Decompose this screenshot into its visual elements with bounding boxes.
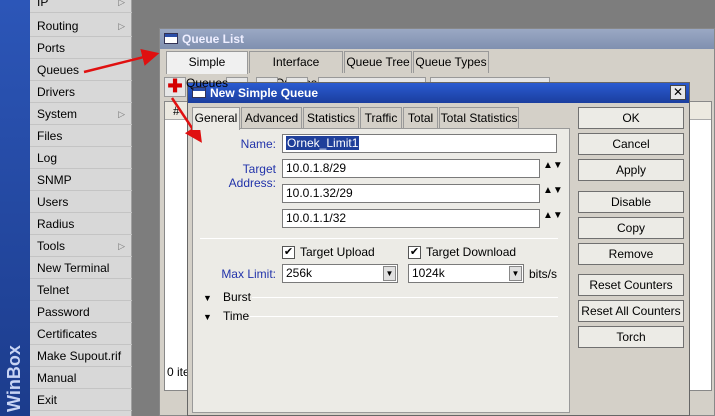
tab-general[interactable]: General — [192, 107, 240, 130]
menu-item-label: SNMP — [37, 173, 72, 187]
copy-button[interactable]: Copy — [578, 217, 684, 239]
menu-item-certificates[interactable]: Certificates — [30, 323, 132, 345]
max-limit-upload-value: 256k — [286, 266, 313, 280]
menu-item-label: Exit — [37, 393, 58, 407]
menu-item-label: Files — [37, 129, 63, 143]
tab-queue-tree[interactable]: Queue Tree — [344, 51, 412, 73]
spin-arrows-icon[interactable]: ▲▼ — [543, 211, 563, 230]
menu-item-label: Log — [37, 151, 58, 165]
dropdown-arrow-icon[interactable]: ▼ — [383, 266, 396, 281]
max-limit-download-value: 1024k — [412, 266, 445, 280]
add-queue-button[interactable]: ✚ — [164, 77, 186, 97]
divider — [200, 238, 558, 239]
divider — [250, 316, 558, 317]
dialog-titlebar[interactable]: New Simple Queue ✕ — [188, 83, 689, 103]
menu-item-manual[interactable]: Manual — [30, 367, 132, 389]
menu-item-make-supout[interactable]: Make Supout.rif — [30, 345, 132, 367]
menu-item-label: System — [37, 107, 78, 121]
target-address-input[interactable]: 10.0.1.32/29 — [282, 184, 540, 203]
torch-button[interactable]: Torch — [578, 326, 684, 348]
name-value: Ornek_Limit1 — [286, 136, 360, 150]
winbox-sidebar-strip: WinBox — [0, 0, 30, 416]
reset-all-counters-button[interactable]: Reset All Counters — [578, 300, 684, 322]
window-icon — [164, 33, 178, 44]
spin-arrows-icon[interactable]: ▲▼ — [543, 161, 563, 180]
menu-item-telnet[interactable]: Telnet — [30, 279, 132, 301]
remove-button[interactable]: Remove — [578, 243, 684, 265]
tab-advanced[interactable]: Advanced — [241, 107, 302, 129]
name-input[interactable]: Ornek_Limit1 — [282, 134, 557, 153]
menu-item-label: Routing — [37, 19, 79, 33]
menu-item-tools[interactable]: Tools ▷ — [30, 235, 132, 257]
main-menu: IP ▷ Routing ▷ Ports Queues Drivers System… — [30, 0, 132, 416]
menu-item-label: Certificates — [37, 327, 98, 341]
menu-item-queues[interactable]: Queues — [30, 59, 132, 81]
menu-item-label: Drivers — [37, 85, 75, 99]
menu-item-label: IP — [37, 0, 49, 9]
submenu-arrow-icon: ▷ — [118, 0, 125, 7]
target-address-input[interactable]: 10.0.1.1/32 — [282, 209, 540, 228]
menu-item-label: Ports — [37, 41, 66, 55]
target-upload-label: Target Upload — [300, 245, 375, 259]
menu-item-label: Telnet — [37, 283, 70, 297]
menu-item-files[interactable]: Files — [30, 125, 132, 147]
menu-item-ip[interactable]: IP ▷ — [30, 0, 132, 13]
window-title: Queue List — [182, 32, 245, 46]
queue-list-titlebar[interactable]: Queue List — [160, 29, 714, 49]
target-address-label: Target Address: — [228, 162, 276, 190]
menu-item-users[interactable]: Users — [30, 191, 132, 213]
submenu-arrow-icon: ▷ — [118, 21, 125, 31]
tab-total-statistics[interactable]: Total Statistics — [439, 107, 519, 129]
menu-item-routing[interactable]: Routing ▷ — [30, 15, 132, 37]
time-section-label[interactable]: Time — [223, 309, 249, 323]
menu-item-label: Queues — [37, 63, 80, 77]
menu-item-system[interactable]: System ▷ — [30, 103, 132, 125]
menu-item-radius[interactable]: Radius — [30, 213, 132, 235]
burst-section-label[interactable]: Burst — [223, 290, 251, 304]
menu-item-new-terminal[interactable]: New Terminal — [30, 257, 132, 279]
collapse-burst-icon[interactable]: ▼ — [203, 293, 212, 303]
tab-total[interactable]: Total — [403, 107, 438, 129]
close-icon[interactable]: ✕ — [670, 85, 686, 100]
submenu-arrow-icon: ▷ — [118, 109, 125, 119]
menu-item-snmp[interactable]: SNMP — [30, 169, 132, 191]
max-limit-label: Max Limit: — [221, 267, 276, 281]
max-limit-download-input[interactable]: 1024k ▼ — [408, 264, 524, 283]
reset-counters-button[interactable]: Reset Counters — [578, 274, 684, 296]
collapse-time-icon[interactable]: ▼ — [203, 312, 212, 322]
menu-item-label: Password — [37, 305, 90, 319]
ok-button[interactable]: OK — [578, 107, 684, 129]
menu-item-log[interactable]: Log — [30, 147, 132, 169]
target-download-checkbox[interactable]: ✔ — [408, 246, 421, 259]
menu-item-label: Manual — [37, 371, 77, 385]
name-label: Name: — [240, 137, 276, 151]
winbox-brand-label: WinBox — [4, 345, 24, 412]
menu-item-label: Users — [37, 195, 69, 209]
menu-item-password[interactable]: Password — [30, 301, 132, 323]
cancel-button[interactable]: Cancel — [578, 133, 684, 155]
tab-queue-types[interactable]: Queue Types — [413, 51, 489, 73]
menu-item-label: New Terminal — [37, 261, 110, 275]
menu-item-ports[interactable]: Ports — [30, 37, 132, 59]
tab-statistics[interactable]: Statistics — [303, 107, 359, 129]
target-address-input[interactable]: 10.0.1.8/29 — [282, 159, 540, 178]
spin-arrows-icon[interactable]: ▲▼ — [543, 186, 563, 205]
divider — [252, 297, 558, 298]
menu-item-exit[interactable]: Exit — [30, 389, 132, 411]
tab-simple-queues[interactable]: Simple Queues — [166, 51, 248, 90]
dropdown-arrow-icon[interactable]: ▼ — [509, 266, 522, 281]
target-upload-checkbox[interactable]: ✔ — [282, 246, 295, 259]
disable-button[interactable]: Disable — [578, 191, 684, 213]
menu-item-label: Tools — [37, 239, 66, 253]
tab-traffic[interactable]: Traffic — [360, 107, 402, 129]
apply-button[interactable]: Apply — [578, 159, 684, 181]
menu-item-label: Make Supout.rif — [37, 349, 122, 363]
target-download-label: Target Download — [426, 245, 517, 259]
max-limit-upload-input[interactable]: 256k ▼ — [282, 264, 398, 283]
menu-item-label: Radius — [37, 217, 75, 231]
unit-label: bits/s — [529, 267, 558, 281]
submenu-arrow-icon: ▷ — [118, 241, 125, 251]
menu-item-drivers[interactable]: Drivers — [30, 81, 132, 103]
tab-interface-queues[interactable]: Interface Queues — [249, 51, 343, 90]
